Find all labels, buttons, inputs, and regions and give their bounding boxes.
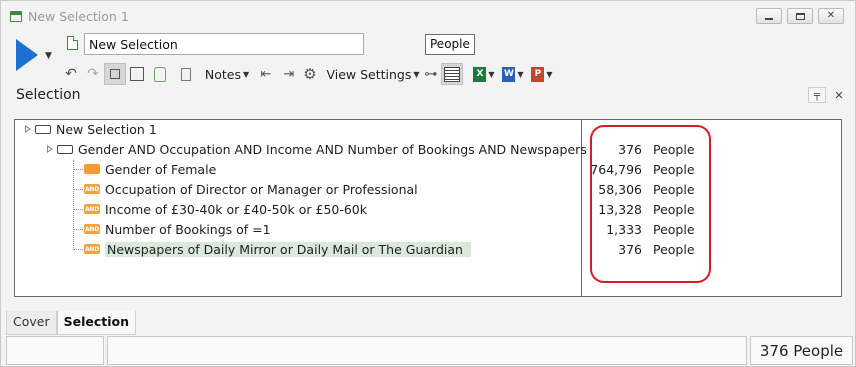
- status-cell-1: [6, 336, 104, 365]
- tree-item-label: Newspapers of Daily Mirror or Daily Mail…: [105, 241, 471, 257]
- chevron-down-icon: ▼: [242, 69, 250, 79]
- maximize-icon: [795, 12, 805, 20]
- tree-connector-h: [73, 209, 83, 210]
- window-title: New Selection 1: [28, 9, 129, 24]
- grid-icon: [444, 66, 460, 82]
- tree-connector-h: [73, 169, 83, 170]
- tree-connector-h: [73, 189, 83, 190]
- clipboard-icon: [181, 67, 191, 81]
- maximize-button[interactable]: [787, 8, 813, 24]
- lock-icon: [110, 69, 120, 79]
- redo-icon[interactable]: ↷: [85, 63, 101, 85]
- panel-title: Selection: [16, 87, 81, 103]
- count-unit-box[interactable]: People: [425, 34, 475, 55]
- tree-item-label: Number of Bookings of =1: [105, 221, 271, 237]
- tree-item-label: Income of £30-40k or £40-50k or £50-60k: [105, 201, 367, 217]
- tree-item-label: Occupation of Director or Manager or Pro…: [105, 181, 418, 197]
- save-icon: [130, 67, 144, 81]
- export-excel-button[interactable]: X ▼: [471, 63, 497, 85]
- expander-icon[interactable]: [47, 144, 55, 154]
- tree-icon: ⊶: [424, 66, 438, 82]
- tree-connector-h: [73, 229, 83, 230]
- minimize-icon: [765, 17, 773, 20]
- node-icon: [35, 124, 51, 134]
- and-tag-icon: AND: [84, 184, 100, 194]
- expander-icon[interactable]: [25, 124, 33, 134]
- export-powerpoint-button[interactable]: P ▼: [529, 63, 555, 85]
- chevron-down-icon: ▼: [413, 69, 420, 79]
- tree-root-row[interactable]: New Selection 1: [25, 119, 157, 139]
- chevron-down-icon: ▼: [488, 69, 495, 79]
- minimize-button[interactable]: [756, 8, 782, 24]
- indent-icon: ⇤: [260, 66, 272, 82]
- chevron-down-icon: ▼: [517, 69, 524, 79]
- gear-icon: ⚙: [303, 65, 317, 83]
- tree-connector-h: [73, 249, 83, 250]
- excel-icon: X: [473, 66, 487, 82]
- run-count-button[interactable]: [16, 39, 38, 71]
- and-tag-icon: AND: [84, 204, 100, 214]
- grid-view-button[interactable]: [441, 63, 463, 85]
- node-icon: [57, 144, 73, 154]
- tree-root-label: New Selection 1: [56, 121, 157, 137]
- tree-item-label: Gender of Female: [105, 161, 217, 177]
- app-window: New Selection 1 ✕ ▼ People ↶ ↷ Notes▼ ⇤ …: [0, 0, 856, 367]
- tab-selection[interactable]: Selection: [56, 311, 137, 335]
- view-settings-menu[interactable]: View Settings ▼: [326, 63, 420, 85]
- tree-item[interactable]: Gender of Female: [84, 159, 216, 179]
- settings-button[interactable]: ⚙: [301, 63, 319, 85]
- pin-panel-button[interactable]: ╤: [808, 87, 826, 103]
- pin-icon: ╤: [813, 89, 821, 101]
- close-panel-button[interactable]: ✕: [830, 87, 848, 103]
- window-icon: [10, 11, 22, 22]
- chevron-down-icon: ▼: [546, 69, 553, 79]
- notes-label: Notes: [204, 66, 241, 82]
- tree-group-row[interactable]: Gender AND Occupation AND Income AND Num…: [47, 139, 587, 159]
- selection-name-input[interactable]: [84, 33, 364, 55]
- word-icon: W: [502, 66, 516, 82]
- view-settings-label: View Settings: [326, 66, 412, 82]
- indent-button[interactable]: ⇤: [257, 63, 275, 85]
- and-tag-icon: AND: [84, 244, 100, 254]
- and-tag-icon: AND: [84, 224, 100, 234]
- tree-group-label: Gender AND Occupation AND Income AND Num…: [78, 141, 587, 157]
- count-highlight-annotation: [590, 125, 711, 283]
- document-icon: [67, 36, 78, 50]
- run-dropdown-icon[interactable]: ▼: [45, 51, 52, 61]
- tree-item[interactable]: AND Income of £30-40k or £40-50k or £50-…: [84, 199, 367, 219]
- tree-connector: [73, 160, 74, 250]
- close-window-button[interactable]: ✕: [818, 8, 844, 24]
- lock-button[interactable]: [104, 63, 126, 85]
- female-tag-icon: [84, 164, 100, 174]
- tab-cover[interactable]: Cover: [6, 311, 57, 335]
- database-button[interactable]: [151, 63, 169, 85]
- bottom-tabs: Cover Selection: [6, 311, 137, 335]
- save-button[interactable]: [128, 63, 146, 85]
- powerpoint-icon: P: [531, 66, 545, 82]
- title-bar: New Selection 1 ✕: [1, 1, 855, 31]
- notes-menu[interactable]: Notes ▼: [201, 63, 253, 85]
- tree-item-selected[interactable]: AND Newspapers of Daily Mirror or Daily …: [84, 239, 471, 259]
- export-word-button[interactable]: W ▼: [500, 63, 526, 85]
- outdent-icon: ⇥: [283, 66, 295, 82]
- outdent-button[interactable]: ⇥: [280, 63, 298, 85]
- clipboard-button[interactable]: [178, 63, 194, 85]
- undo-icon[interactable]: ↶: [63, 63, 79, 85]
- status-cell-2: [107, 336, 747, 365]
- close-icon: ✕: [826, 10, 836, 21]
- status-total: 376 People: [750, 336, 853, 365]
- tree-item[interactable]: AND Number of Bookings of =1: [84, 219, 271, 239]
- tree-item[interactable]: AND Occupation of Director or Manager or…: [84, 179, 418, 199]
- close-icon: ✕: [834, 88, 844, 102]
- tree-view-button[interactable]: ⊶: [422, 63, 440, 85]
- database-icon: [154, 66, 166, 82]
